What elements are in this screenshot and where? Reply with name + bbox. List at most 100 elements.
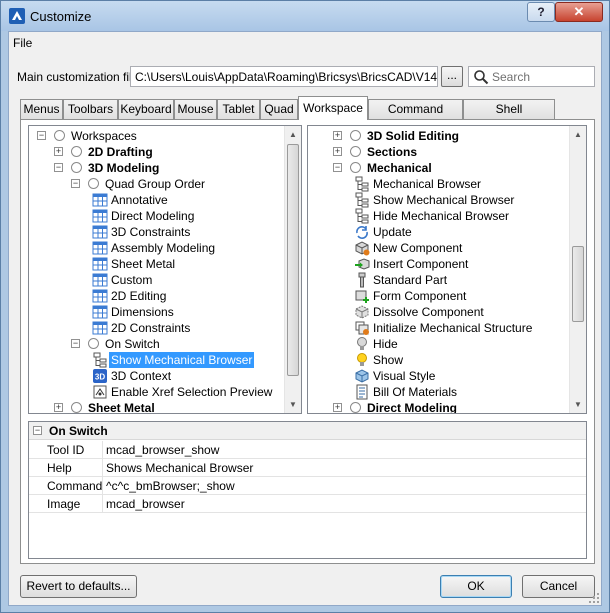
workspace-tree-item[interactable]: − Workspaces bbox=[29, 128, 289, 144]
command-tree-item[interactable]: Insert Component bbox=[308, 256, 568, 272]
workspace-tree-item[interactable]: 3D 3D Context bbox=[29, 368, 289, 384]
expand-icon[interactable]: + bbox=[333, 403, 342, 412]
ok-button[interactable]: OK bbox=[440, 575, 512, 598]
browser-tree-icon bbox=[355, 192, 369, 208]
revert-to-defaults-button[interactable]: Revert to defaults... bbox=[20, 575, 137, 598]
scrollbar-thumb[interactable] bbox=[287, 144, 299, 376]
command-tree-item[interactable]: Hide Mechanical Browser bbox=[308, 208, 568, 224]
properties-header[interactable]: − On Switch bbox=[29, 422, 586, 440]
command-tree-item[interactable]: Show bbox=[308, 352, 568, 368]
workspace-tree-item[interactable]: − On Switch bbox=[29, 336, 289, 352]
command-tree-item[interactable]: New Component bbox=[308, 240, 568, 256]
workspace-tree-item[interactable]: Direct Modeling bbox=[29, 208, 289, 224]
tab-quad[interactable]: Quad bbox=[260, 99, 298, 119]
main-customization-file-field[interactable]: C:\Users\Louis\AppData\Roaming\Bricsys\B… bbox=[130, 66, 438, 87]
command-tree-item[interactable]: Show Mechanical Browser bbox=[308, 192, 568, 208]
resize-grip-icon[interactable] bbox=[588, 592, 600, 604]
workspace-tree-item-label: Direct Modeling bbox=[111, 209, 195, 223]
command-tree-item[interactable]: − Mechanical bbox=[308, 160, 568, 176]
commands-tree[interactable]: +3D Solid Editing + Sections − Mechanical Mec… bbox=[307, 125, 587, 414]
expand-icon[interactable]: + bbox=[54, 403, 63, 412]
command-tree-item[interactable]: Visual Style bbox=[308, 368, 568, 384]
expand-icon[interactable]: + bbox=[333, 131, 342, 140]
workspace-tree-item[interactable]: Custom bbox=[29, 272, 289, 288]
title-bar[interactable]: Customize ? ✕ bbox=[1, 1, 609, 31]
workspace-tree-item[interactable]: Show Mechanical Browser bbox=[29, 352, 289, 368]
property-row[interactable]: Command ^c^c_bmBrowser;_show bbox=[29, 477, 586, 495]
radio-icon[interactable] bbox=[350, 130, 361, 141]
tab-menus[interactable]: Menus bbox=[20, 99, 63, 119]
command-tree-item[interactable]: Dissolve Component bbox=[308, 304, 568, 320]
tab-workspace[interactable]: Workspace bbox=[298, 96, 368, 120]
command-tree-item[interactable]: Mechanical Browser bbox=[308, 176, 568, 192]
property-value[interactable]: mcad_browser bbox=[106, 497, 185, 511]
workspace-tree-item[interactable]: Assembly Modeling bbox=[29, 240, 289, 256]
radio-icon[interactable] bbox=[71, 162, 82, 173]
property-value[interactable]: Shows Mechanical Browser bbox=[106, 461, 253, 475]
right-tree-scrollbar[interactable]: ▲ ▼ bbox=[569, 126, 586, 413]
workspace-tree-item[interactable]: +2D Drafting bbox=[29, 144, 289, 160]
workspace-tree-item[interactable]: Sheet Metal bbox=[29, 256, 289, 272]
tab-tablet[interactable]: Tablet bbox=[217, 99, 260, 119]
radio-icon[interactable] bbox=[88, 338, 99, 349]
radio-icon[interactable] bbox=[350, 162, 361, 173]
property-row[interactable]: Help Shows Mechanical Browser bbox=[29, 459, 586, 477]
collapse-icon[interactable]: − bbox=[37, 131, 46, 140]
workspace-tree-item[interactable]: Annotative bbox=[29, 192, 289, 208]
property-value[interactable]: mcad_browser_show bbox=[106, 443, 219, 457]
workspace-tree-item[interactable]: 2D Editing bbox=[29, 288, 289, 304]
command-tree-item[interactable]: Initialize Mechanical Structure bbox=[308, 320, 568, 336]
radio-icon[interactable] bbox=[350, 146, 361, 157]
radio-icon[interactable] bbox=[350, 402, 361, 413]
radio-icon[interactable] bbox=[88, 178, 99, 189]
collapse-icon[interactable]: − bbox=[54, 163, 63, 172]
search-input[interactable]: Search bbox=[468, 66, 595, 87]
collapse-icon[interactable]: − bbox=[333, 163, 342, 172]
command-tree-item-label: Mechanical bbox=[367, 161, 432, 175]
workspace-tree-item[interactable]: − 3D Modeling bbox=[29, 160, 289, 176]
scroll-up-arrow-icon[interactable]: ▲ bbox=[285, 126, 301, 143]
tab-mouse[interactable]: Mouse bbox=[174, 99, 217, 119]
command-tree-item-label: Show Mechanical Browser bbox=[373, 193, 515, 207]
command-tree-item[interactable]: +3D Solid Editing bbox=[308, 128, 568, 144]
command-tree-item[interactable]: + Sections bbox=[308, 144, 568, 160]
scroll-up-arrow-icon[interactable]: ▲ bbox=[570, 126, 586, 143]
workspace-tree-item[interactable]: Dimensions bbox=[29, 304, 289, 320]
cancel-button[interactable]: Cancel bbox=[522, 575, 595, 598]
command-tree-item[interactable]: Bill Of Materials bbox=[308, 384, 568, 400]
command-tree-item[interactable]: Hide bbox=[308, 336, 568, 352]
property-value[interactable]: ^c^c_bmBrowser;_show bbox=[106, 479, 235, 493]
scrollbar-thumb[interactable] bbox=[572, 246, 584, 322]
command-tree-item[interactable]: Form Component bbox=[308, 288, 568, 304]
command-tree-item[interactable]: + Direct Modeling bbox=[308, 400, 568, 413]
scroll-down-arrow-icon[interactable]: ▼ bbox=[285, 396, 301, 413]
radio-icon[interactable] bbox=[54, 130, 65, 141]
collapse-icon[interactable]: − bbox=[33, 426, 42, 435]
workspaces-tree[interactable]: − Workspaces +2D Drafting −3D Modeling − Quad… bbox=[28, 125, 302, 414]
workspace-tree-item[interactable]: 3D Constraints bbox=[29, 224, 289, 240]
menu-file[interactable]: File bbox=[13, 36, 32, 50]
left-tree-scrollbar[interactable]: ▲ ▼ bbox=[284, 126, 301, 413]
radio-icon[interactable] bbox=[71, 402, 82, 413]
command-tree-item[interactable]: Update bbox=[308, 224, 568, 240]
workspace-tree-item[interactable]: 2D Constraints bbox=[29, 320, 289, 336]
property-row[interactable]: Tool ID mcad_browser_show bbox=[29, 441, 586, 459]
workspace-tree-item[interactable]: − Quad Group Order bbox=[29, 176, 289, 192]
close-button[interactable]: ✕ bbox=[555, 2, 603, 22]
collapse-icon[interactable]: − bbox=[71, 179, 80, 188]
browse-button[interactable]: ... bbox=[441, 66, 463, 87]
tab-toolbars[interactable]: Toolbars bbox=[63, 99, 118, 119]
tab-command-aliases[interactable]: Command Aliases bbox=[368, 99, 463, 134]
expand-icon[interactable]: + bbox=[333, 147, 342, 156]
property-row[interactable]: Image mcad_browser bbox=[29, 495, 586, 513]
workspace-tree-item[interactable]: + Sheet Metal bbox=[29, 400, 289, 413]
collapse-icon[interactable]: − bbox=[71, 339, 80, 348]
radio-icon[interactable] bbox=[71, 146, 82, 157]
command-tree-item[interactable]: Standard Part bbox=[308, 272, 568, 288]
tab-shell-commands[interactable]: Shell Commands bbox=[463, 99, 555, 134]
help-button[interactable]: ? bbox=[527, 2, 555, 22]
expand-icon[interactable]: + bbox=[54, 147, 63, 156]
tab-keyboard[interactable]: Keyboard bbox=[118, 99, 174, 119]
scroll-down-arrow-icon[interactable]: ▼ bbox=[570, 396, 586, 413]
workspace-tree-item[interactable]: Enable Xref Selection Preview bbox=[29, 384, 289, 400]
